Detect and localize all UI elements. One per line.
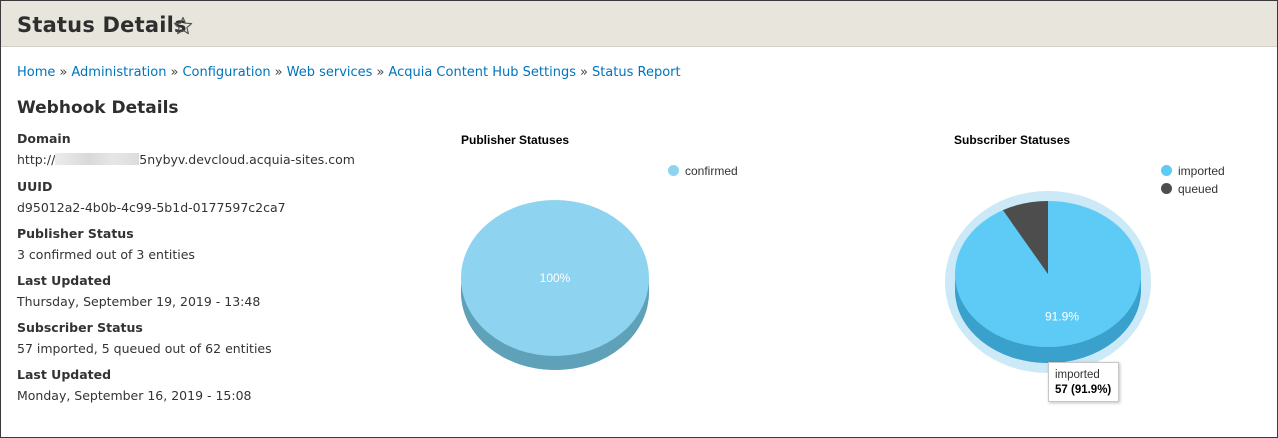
legend-swatch-confirmed <box>668 165 679 176</box>
tooltip-value: 57 (91.9%) <box>1055 384 1112 396</box>
status-details-page: Status Details Home» Administration» Confi… <box>0 0 1278 438</box>
publisher-status-value: 3 confirmed out of 3 entities <box>17 247 195 262</box>
page-title: Status Details <box>17 13 187 37</box>
breadcrumb-administration[interactable]: Administration <box>71 65 166 80</box>
subscriber-last-updated-label: Last Updated <box>17 367 112 382</box>
page-header: Status Details <box>1 1 1277 47</box>
star-outline-icon[interactable] <box>173 16 193 36</box>
breadcrumb-separator: » <box>170 65 179 80</box>
breadcrumb-separator: » <box>274 65 283 80</box>
breadcrumb-web-services[interactable]: Web services <box>287 65 373 80</box>
publisher-pie-chart: 100% <box>461 200 649 370</box>
breadcrumb-separator: » <box>59 65 68 80</box>
tooltip-label: imported <box>1055 369 1100 381</box>
subscriber-last-updated-value: Monday, September 16, 2019 - 15:08 <box>17 388 252 403</box>
domain-label: Domain <box>17 131 71 146</box>
subscriber-chart-title: Subscriber Statuses <box>954 133 1071 147</box>
breadcrumb-home[interactable]: Home <box>17 65 55 80</box>
publisher-legend-confirmed[interactable]: confirmed <box>668 164 738 178</box>
legend-label: queued <box>1178 182 1219 196</box>
domain-prefix: http:// <box>17 152 56 167</box>
breadcrumb: Home» Administration» Configuration» Web se… <box>17 65 681 80</box>
breadcrumb-separator: » <box>376 65 385 80</box>
domain-suffix: 5nybyv.devcloud.acquia-sites.com <box>139 152 355 167</box>
webhook-details-title: Webhook Details <box>17 98 179 118</box>
subscriber-status-value: 57 imported, 5 queued out of 62 entities <box>17 341 272 356</box>
breadcrumb-separator: » <box>579 65 588 80</box>
legend-label: imported <box>1178 164 1225 178</box>
publisher-status-label: Publisher Status <box>17 226 134 241</box>
domain-value: http:// 5nybyv.devcloud.acquia-sites.com <box>17 152 355 167</box>
publisher-chart-title: Publisher Statuses <box>461 133 570 147</box>
uuid-label: UUID <box>17 179 53 194</box>
chart-tooltip: imported 57 (91.9%) <box>1048 362 1119 402</box>
publisher-last-updated-label: Last Updated <box>17 273 112 288</box>
legend-label: confirmed <box>685 164 738 178</box>
pie-data-label-imported: 91.9% <box>1045 309 1079 323</box>
legend-swatch-imported <box>1161 165 1172 176</box>
subscriber-legend-imported[interactable]: imported <box>1161 164 1225 178</box>
breadcrumb-status-report[interactable]: Status Report <box>592 65 681 80</box>
publisher-last-updated-value: Thursday, September 19, 2019 - 13:48 <box>17 294 261 309</box>
breadcrumb-content-hub-settings[interactable]: Acquia Content Hub Settings <box>388 65 576 80</box>
subscriber-status-label: Subscriber Status <box>17 320 143 335</box>
breadcrumb-configuration[interactable]: Configuration <box>182 65 270 80</box>
uuid-value: d95012a2-4b0b-4c99-5b1d-0177597c2ca7 <box>17 200 286 215</box>
redacted-block <box>55 153 140 165</box>
pie-data-label-confirmed: 100% <box>540 271 571 285</box>
